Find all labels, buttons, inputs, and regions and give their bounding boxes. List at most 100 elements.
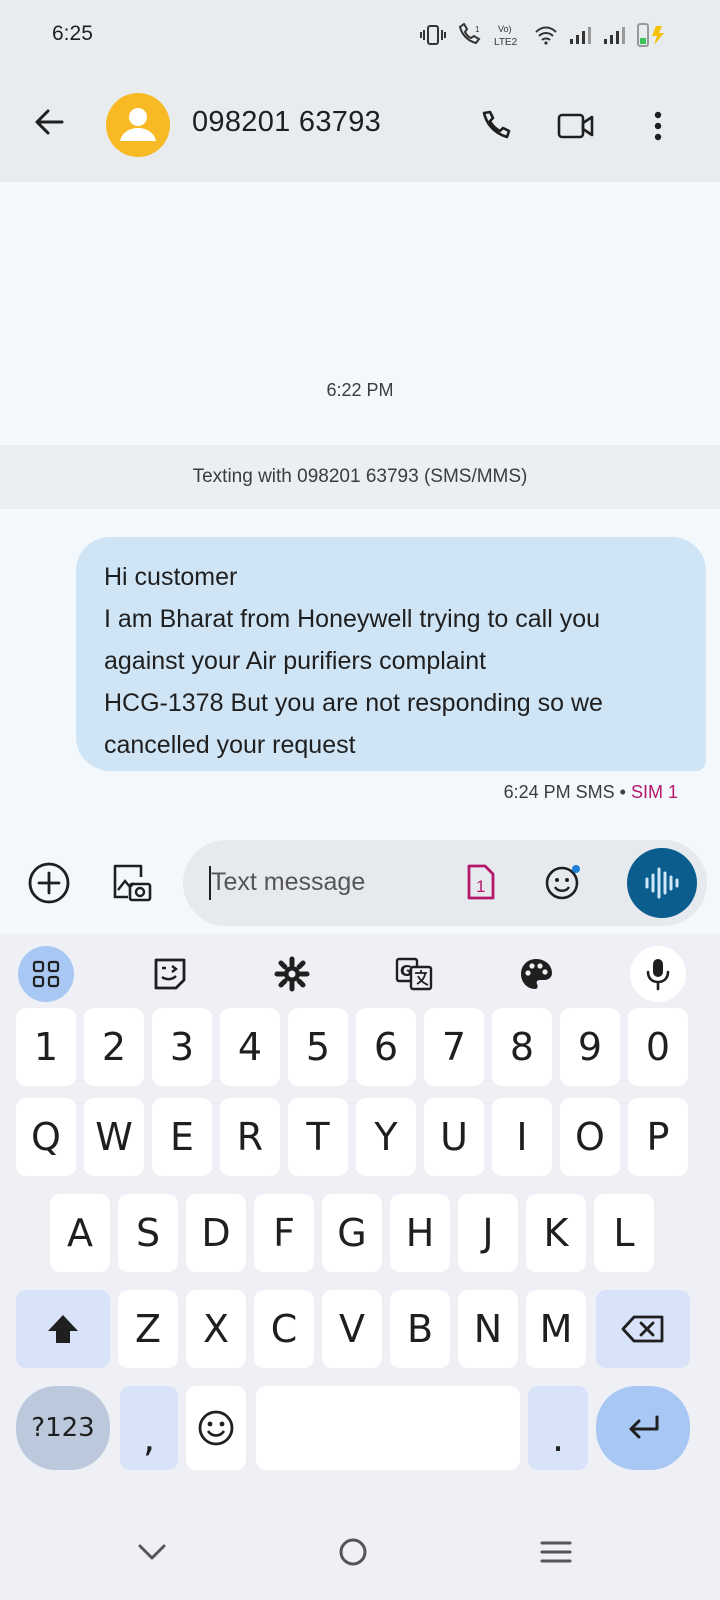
shift-key[interactable]: [16, 1290, 110, 1368]
emoji-key[interactable]: [186, 1386, 246, 1470]
signal-strength-2-icon: [602, 25, 626, 45]
key-l[interactable]: L: [594, 1194, 654, 1272]
emoji-button[interactable]: [543, 862, 583, 902]
apps-button[interactable]: [18, 946, 74, 1002]
gallery-button[interactable]: [106, 858, 156, 908]
back-arrow-icon[interactable]: [30, 102, 70, 142]
key-n[interactable]: N: [458, 1290, 518, 1368]
call-button[interactable]: [472, 104, 516, 148]
key-t[interactable]: T: [288, 1098, 348, 1176]
vibrate-icon: [420, 24, 446, 46]
emoji-add-icon: [545, 865, 580, 900]
key-i[interactable]: I: [492, 1098, 552, 1176]
letter-row-1: Q W E R T Y U I O P: [0, 1098, 720, 1178]
message-line: HCG-1378 But you are not responding so w…: [104, 689, 603, 717]
nav-back-button[interactable]: [130, 1530, 174, 1574]
key-k[interactable]: K: [526, 1194, 586, 1272]
letter-row-2: A S D F G H J K L: [0, 1194, 720, 1274]
key-2[interactable]: 2: [84, 1008, 144, 1086]
space-key[interactable]: [256, 1386, 520, 1470]
battery-charging-icon: [636, 22, 672, 48]
contact-avatar[interactable]: [106, 93, 170, 157]
phone-icon: [482, 110, 511, 139]
key-4[interactable]: 4: [220, 1008, 280, 1086]
key-u[interactable]: U: [424, 1098, 484, 1176]
wifi-icon: [534, 25, 558, 45]
key-w[interactable]: W: [84, 1098, 144, 1176]
message-status: 6:24 PM SMS • SIM 1: [504, 782, 678, 803]
more-options-button[interactable]: [636, 104, 680, 148]
key-1[interactable]: 1: [16, 1008, 76, 1086]
key-p[interactable]: P: [628, 1098, 688, 1176]
microphone-icon: [646, 959, 670, 991]
nav-home-button[interactable]: [331, 1530, 375, 1574]
keyboard: G 1 2 3 4 5 6 7 8 9 0 Q W E R T Y U I O …: [0, 934, 720, 1600]
sim-card-icon: 1: [467, 864, 495, 900]
add-circle-icon: [28, 862, 70, 904]
enter-key[interactable]: [596, 1386, 690, 1470]
key-7[interactable]: 7: [424, 1008, 484, 1086]
sticker-icon: [154, 958, 186, 990]
comma-key[interactable]: ,: [120, 1386, 178, 1470]
key-c[interactable]: C: [254, 1290, 314, 1368]
message-input-container[interactable]: 1: [183, 840, 707, 926]
key-6[interactable]: 6: [356, 1008, 416, 1086]
message-input[interactable]: [211, 862, 441, 902]
volte-icon: Vo) LTE2: [494, 21, 524, 49]
key-z[interactable]: Z: [118, 1290, 178, 1368]
symbols-key[interactable]: ?123: [16, 1386, 110, 1470]
gear-icon: [274, 956, 310, 992]
key-x[interactable]: X: [186, 1290, 246, 1368]
sticker-button[interactable]: [142, 946, 198, 1002]
signal-strength-1-icon: [568, 25, 592, 45]
nav-recents-button[interactable]: [534, 1530, 578, 1574]
settings-button[interactable]: [264, 946, 320, 1002]
key-3[interactable]: 3: [152, 1008, 212, 1086]
key-v[interactable]: V: [322, 1290, 382, 1368]
backspace-key[interactable]: [596, 1290, 690, 1368]
status-time: 6:25: [52, 22, 93, 45]
key-b[interactable]: B: [390, 1290, 450, 1368]
key-g[interactable]: G: [322, 1194, 382, 1272]
video-call-button[interactable]: [554, 104, 598, 148]
key-s[interactable]: S: [118, 1194, 178, 1272]
sim-selector-button[interactable]: 1: [465, 862, 501, 902]
key-f[interactable]: F: [254, 1194, 314, 1272]
backspace-icon: [621, 1315, 664, 1343]
key-m[interactable]: M: [526, 1290, 586, 1368]
menu-lines-icon: [540, 1541, 572, 1563]
sim-badge: 1: [476, 877, 485, 896]
sim-label: SIM 1: [630, 782, 678, 802]
translate-icon: G: [395, 957, 433, 991]
voice-input-button[interactable]: [630, 946, 686, 1002]
key-j[interactable]: J: [458, 1194, 518, 1272]
key-5[interactable]: 5: [288, 1008, 348, 1086]
voice-message-button[interactable]: [627, 848, 697, 918]
date-divider: 6:22 PM: [326, 380, 394, 400]
key-e[interactable]: E: [152, 1098, 212, 1176]
sent-message-bubble[interactable]: Hi customer I am Bharat from Honeywell t…: [76, 537, 706, 771]
key-h[interactable]: H: [390, 1194, 450, 1272]
key-r[interactable]: R: [220, 1098, 280, 1176]
key-d[interactable]: D: [186, 1194, 246, 1272]
status-icons: 1 Vo) LTE2: [420, 20, 672, 50]
wifi-calling-icon: 1: [456, 23, 484, 47]
message-list[interactable]: 6:22 PM Texting with 098201 63793 (SMS/M…: [0, 182, 720, 832]
period-key[interactable]: .: [528, 1386, 588, 1470]
compose-bar: 1: [0, 832, 720, 934]
message-line: Hi customer: [104, 563, 238, 591]
theme-button[interactable]: [508, 946, 564, 1002]
key-q[interactable]: Q: [16, 1098, 76, 1176]
key-0[interactable]: 0: [628, 1008, 688, 1086]
key-o[interactable]: O: [560, 1098, 620, 1176]
contact-name[interactable]: 098201 63793: [192, 106, 381, 139]
translate-button[interactable]: G: [386, 946, 442, 1002]
key-9[interactable]: 9: [560, 1008, 620, 1086]
key-8[interactable]: 8: [492, 1008, 552, 1086]
key-y[interactable]: Y: [356, 1098, 416, 1176]
key-a[interactable]: A: [50, 1194, 110, 1272]
attach-button[interactable]: [24, 858, 74, 908]
message-line: cancelled your request: [104, 731, 356, 759]
audio-wave-icon: [645, 867, 679, 899]
image-camera-icon: [113, 864, 152, 902]
